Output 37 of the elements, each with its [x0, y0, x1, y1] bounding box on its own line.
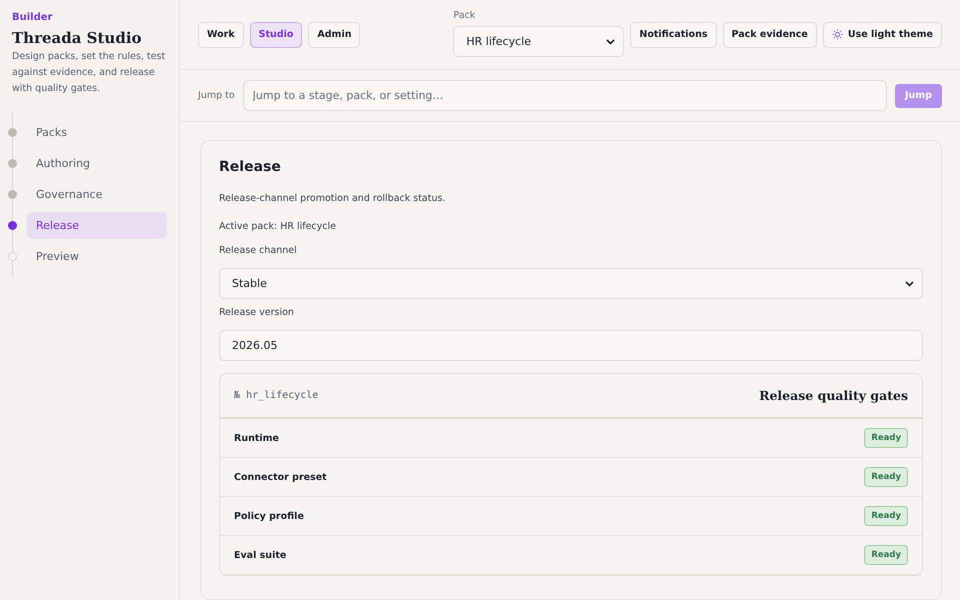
section-eyebrow: Builder [12, 12, 54, 23]
version-field[interactable]: 2026.05 [219, 330, 923, 361]
action-button[interactable]: Notifications [630, 22, 716, 48]
theme-button[interactable]: Use light theme [822, 22, 942, 48]
gate-name: Policy profile [234, 510, 304, 522]
active-pack-text: Active pack: HR lifecycle [219, 221, 337, 232]
app-description: Design packs, set the rules, test against evidence, and release with quality gates. [12, 50, 166, 96]
channel-select[interactable]: Stable [219, 268, 923, 299]
channel-label: Release channel [219, 245, 298, 256]
step-link[interactable]: Authoring [27, 150, 167, 177]
pack-id: № hr_lifecycle [234, 390, 318, 401]
card-title: Release [219, 159, 282, 175]
step-link[interactable]: Governance [27, 181, 167, 208]
step-link[interactable]: Packs [27, 119, 167, 146]
status-badge: Ready [864, 545, 908, 565]
pack-label: Pack [453, 10, 476, 21]
mode-tab[interactable]: Work [198, 22, 244, 48]
gate-name: Connector preset [234, 472, 327, 482]
version-label: Release version [219, 307, 295, 318]
step-link[interactable]: Preview [27, 243, 167, 270]
chevron-down-icon [606, 38, 616, 44]
step-link[interactable]: Release [27, 212, 167, 239]
card-description: Release-channel promotion and rollback status. [219, 193, 446, 204]
action-button[interactable]: Pack evidence [722, 22, 817, 48]
status-badge: Ready [864, 506, 908, 526]
status-badge: Ready [864, 428, 908, 448]
table-title: Release quality gates [759, 388, 908, 403]
app-title: Threada Studio [12, 29, 143, 47]
mode-tab[interactable]: Studio [250, 22, 302, 48]
gate-name: Runtime [234, 432, 279, 444]
mode-tab[interactable]: Admin [308, 22, 360, 48]
sun-icon [832, 29, 843, 40]
gate-name: Eval suite [234, 550, 286, 560]
chevron-down-icon [905, 280, 914, 286]
jump-label: Jump to [198, 90, 235, 101]
pack-select[interactable]: HR lifecycle [453, 26, 624, 57]
status-badge: Ready [864, 467, 908, 487]
